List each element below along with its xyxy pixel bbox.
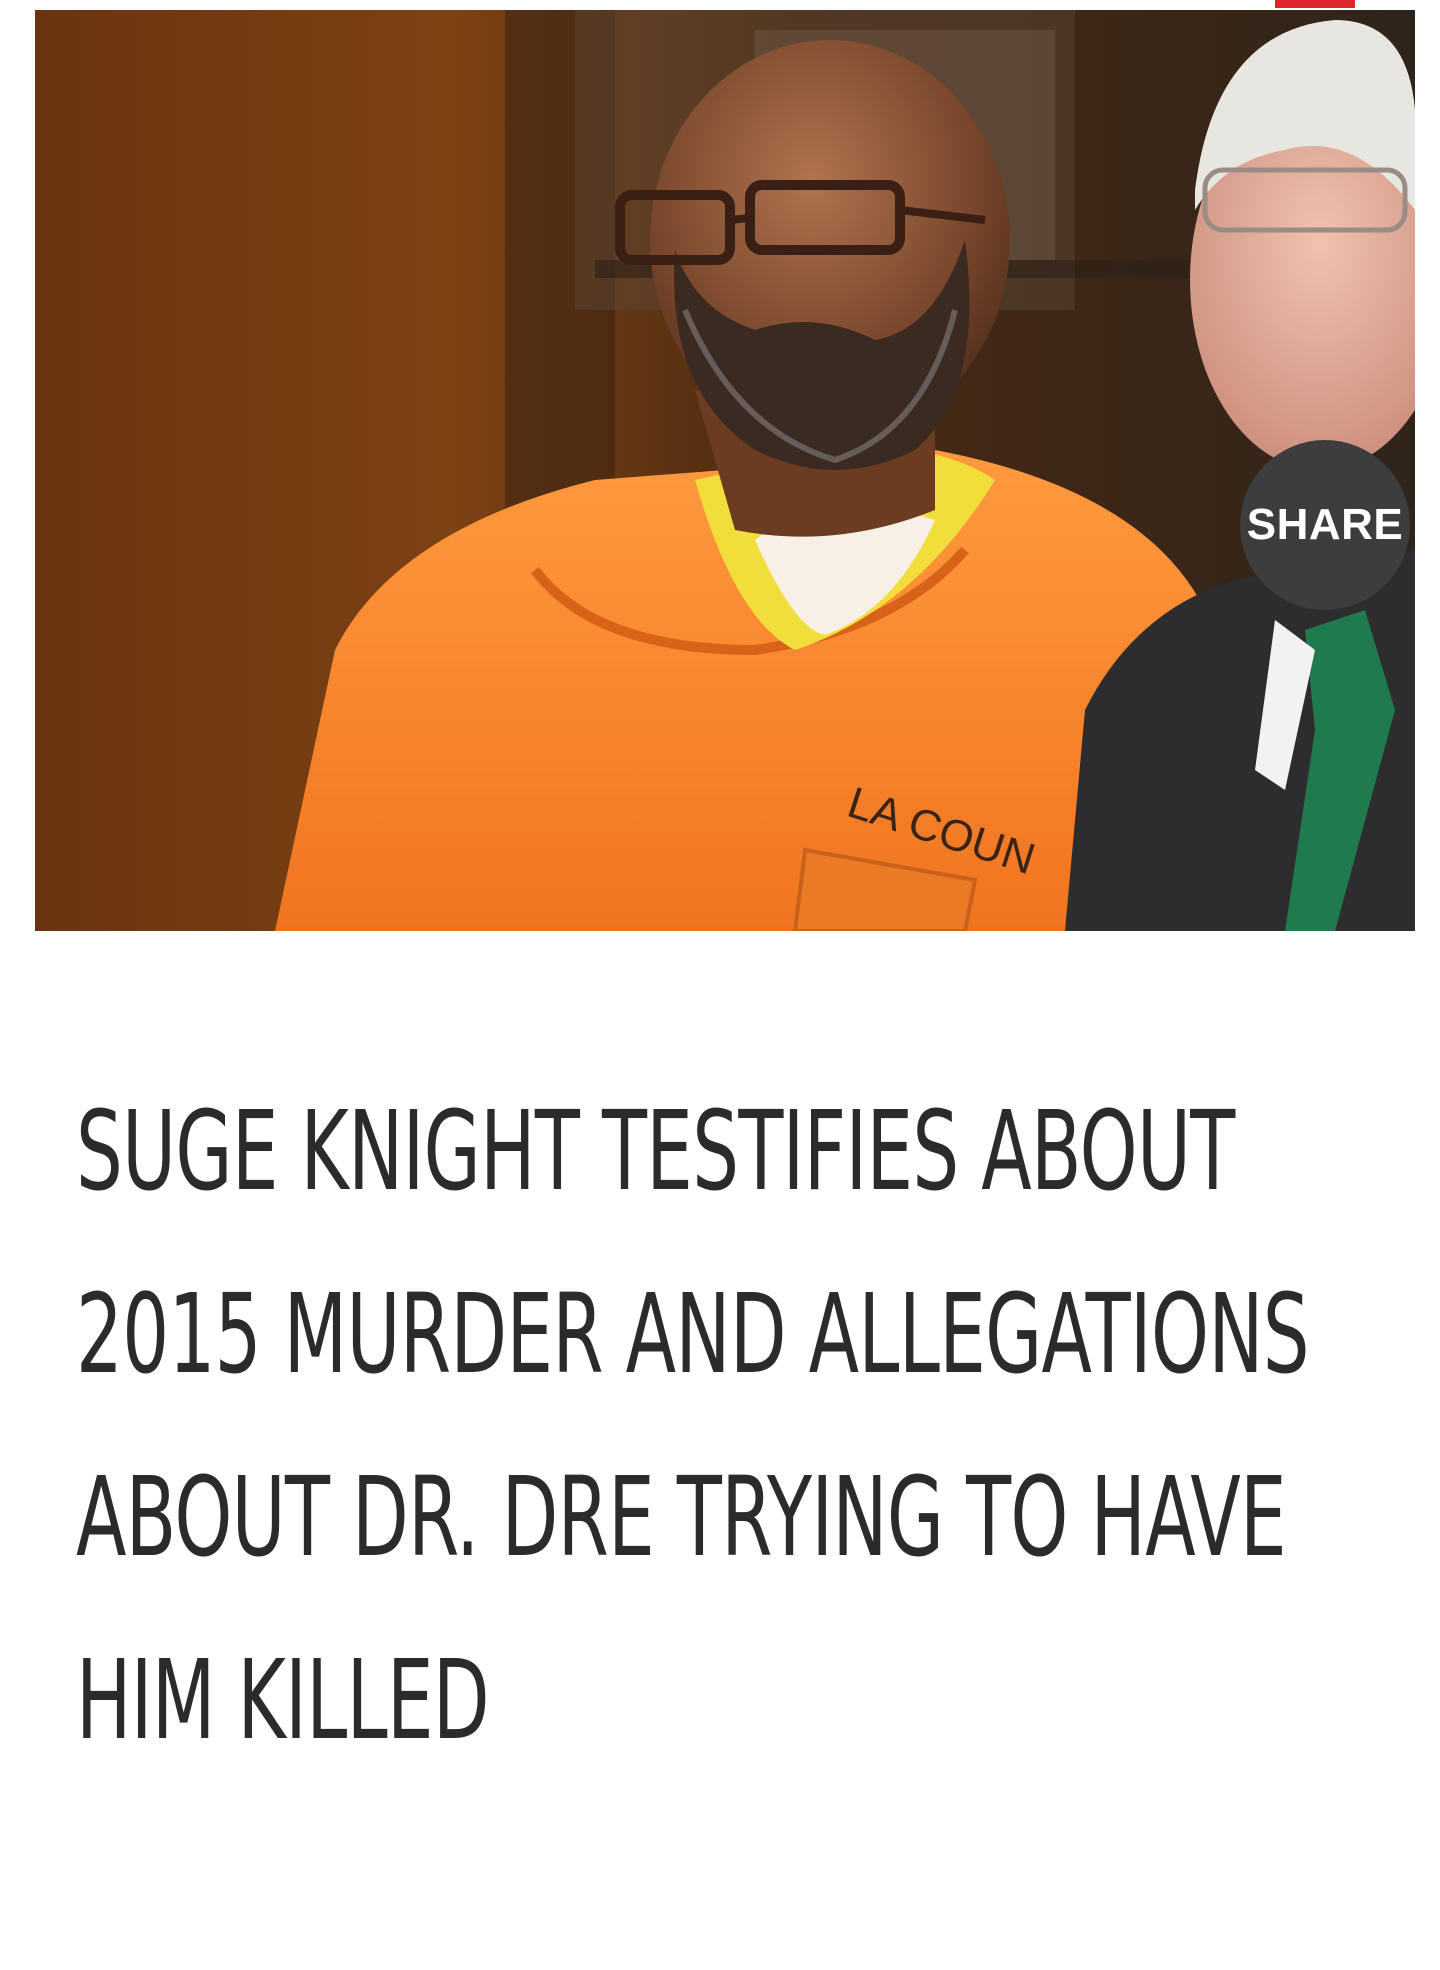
article-header: SUGE KNIGHT TESTIFIES ABOUT 2015 MURDER … xyxy=(76,1060,1326,1792)
article-headline: SUGE KNIGHT TESTIFIES ABOUT 2015 MURDER … xyxy=(76,1087,1310,1764)
top-accent-bar xyxy=(1275,0,1355,8)
article-hero-image: LA COUN xyxy=(35,10,1415,931)
hero-photo: LA COUN xyxy=(35,10,1415,931)
share-button[interactable]: SHARE xyxy=(1240,440,1410,610)
